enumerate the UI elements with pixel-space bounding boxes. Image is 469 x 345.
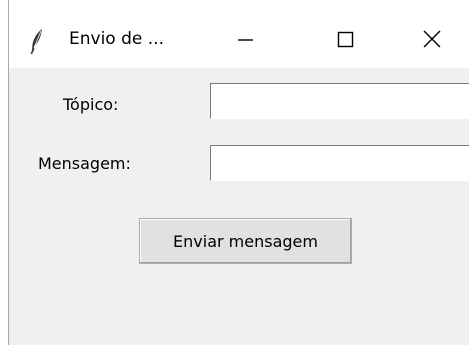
window-title: Envio de ... <box>69 29 164 49</box>
maximize-icon <box>337 31 354 48</box>
minimize-icon <box>238 39 253 41</box>
maximize-button[interactable] <box>322 20 368 60</box>
message-input[interactable] <box>210 145 469 181</box>
topic-label: Tópico: <box>63 95 119 114</box>
feather-icon <box>29 28 45 55</box>
minimize-button[interactable] <box>222 20 268 60</box>
app-window: Envio de ... Tópico: Mensagem: Enviar me… <box>8 0 469 345</box>
close-button[interactable] <box>409 20 455 60</box>
topic-input[interactable] <box>210 83 469 119</box>
title-bar[interactable]: Envio de ... <box>9 0 469 68</box>
send-message-button[interactable]: Enviar mensagem <box>139 218 352 264</box>
message-label: Mensagem: <box>38 154 131 173</box>
close-icon <box>423 30 441 48</box>
